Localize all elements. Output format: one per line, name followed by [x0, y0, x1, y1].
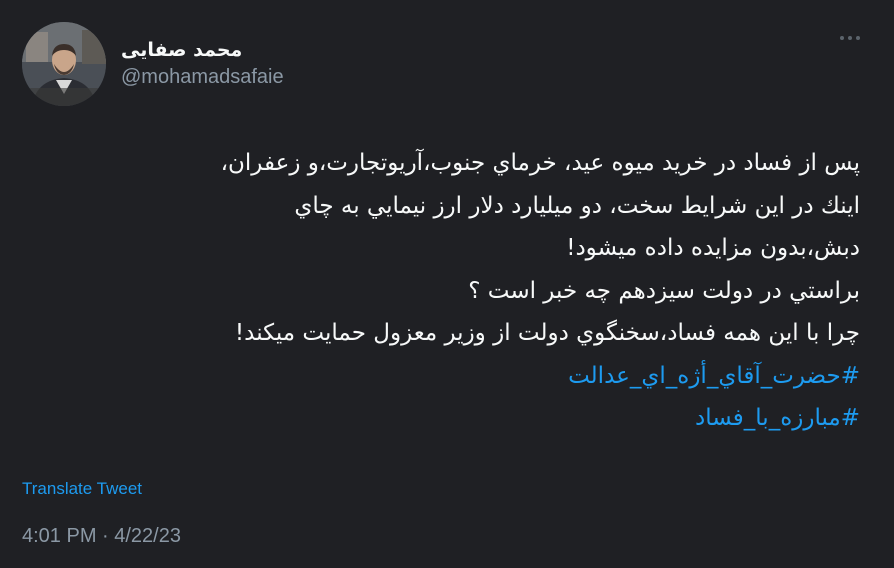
hashtag-link[interactable]: #مبارزه_با_فساد	[20, 397, 860, 440]
avatar[interactable]	[22, 22, 106, 106]
tweet-header: محمد صفایی @mohamadsafaie	[22, 22, 284, 106]
author-handle[interactable]: @mohamadsafaie	[121, 63, 284, 91]
translate-tweet-link[interactable]: Translate Tweet	[22, 479, 142, 499]
author-display-name[interactable]: محمد صفایی	[121, 37, 284, 63]
tweet-line: پس از فساد در خريد ميوه عيد، خرماي جنوب،…	[220, 150, 860, 176]
more-dot	[856, 36, 860, 40]
tweet-line: چرا با اين همه فساد،سخنگوي دولت از وزير …	[234, 320, 860, 346]
tweet-timestamp[interactable]: 4:01 PM · 4/22/23	[22, 525, 181, 548]
more-dot	[840, 36, 844, 40]
tweet-line: اينك در اين شرايط سخت، دو ميليارد دلار ا…	[294, 192, 860, 219]
tweet-line: دبش،بدون مزايده داده ميشود!	[566, 235, 860, 261]
more-dot	[848, 36, 852, 40]
author-names: محمد صفایی @mohamadsafaie	[121, 37, 284, 91]
tweet-card: محمد صفایی @mohamadsafaie پس از فساد در …	[0, 0, 894, 568]
tweet-line: براستي در دولت سيزدهم چه خبر است ؟	[468, 277, 860, 304]
hashtag-link[interactable]: #حضرت_آقاي_أژه_اي_عدالت	[20, 355, 860, 398]
more-options-icon[interactable]	[840, 36, 860, 40]
tweet-text: پس از فساد در خريد ميوه عيد، خرماي جنوب،…	[20, 142, 860, 440]
profile-photo-icon	[22, 22, 106, 106]
